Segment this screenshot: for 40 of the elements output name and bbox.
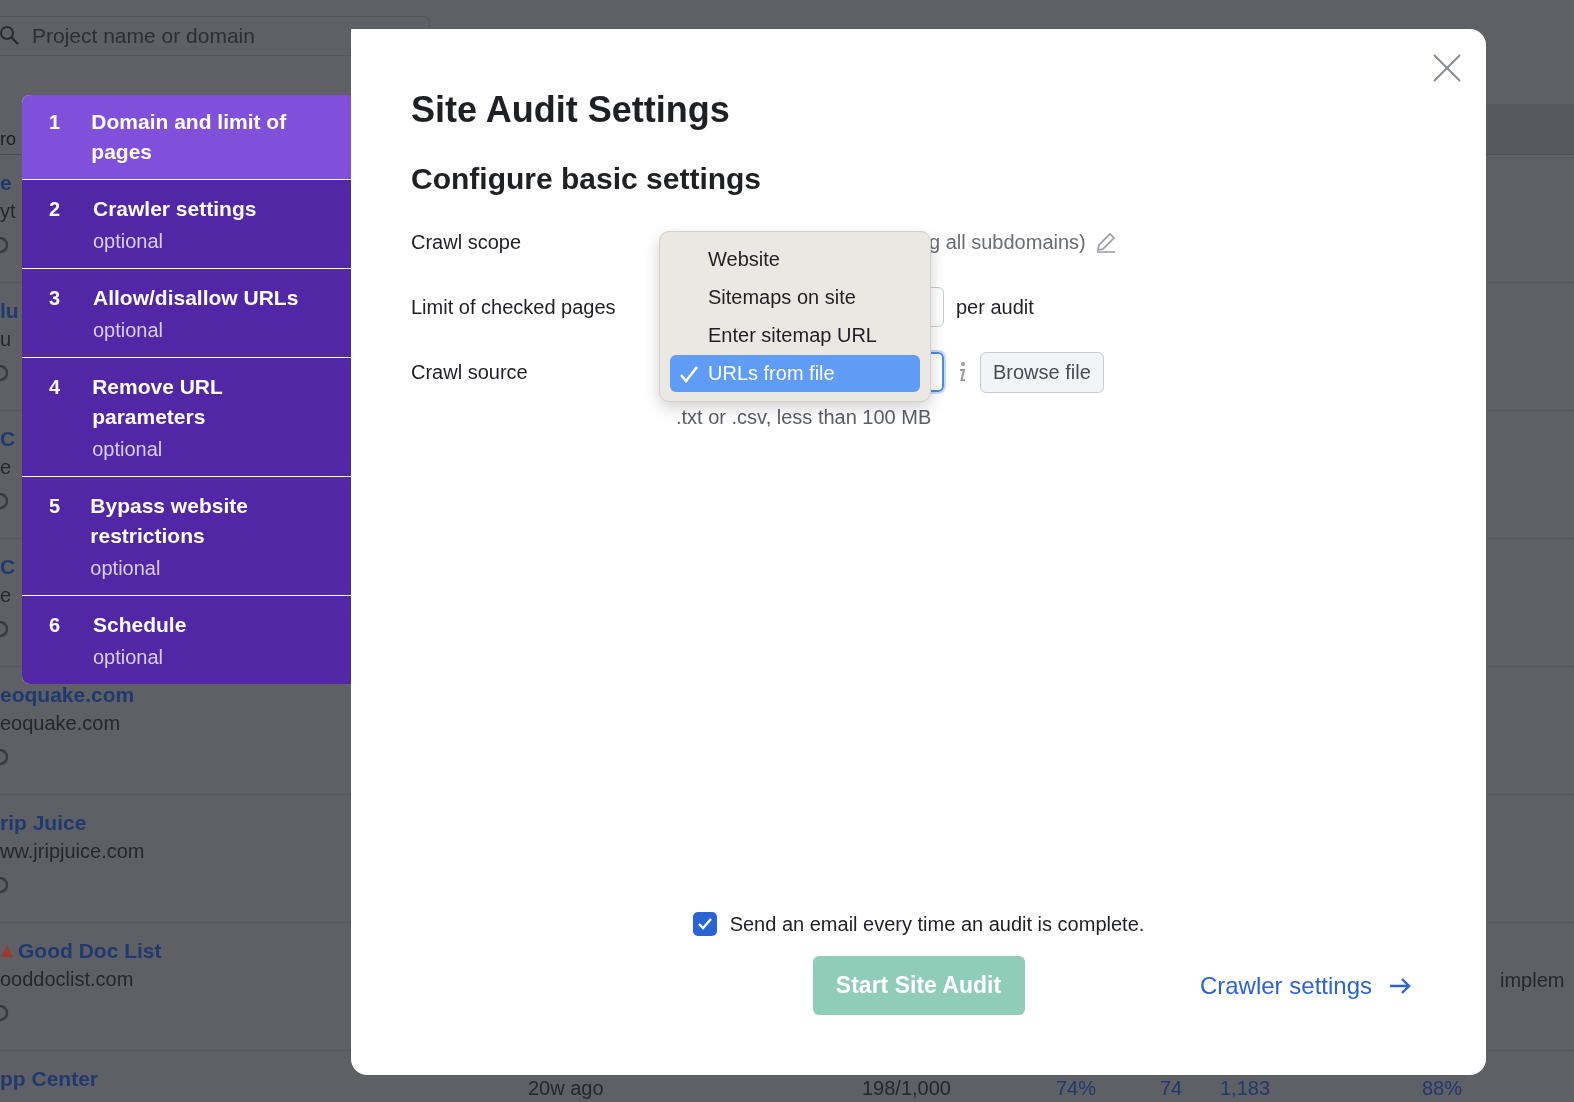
field-label: Limit of checked pages	[411, 295, 617, 319]
arrow-right-icon[interactable]	[1388, 976, 1412, 995]
field-suffix: per audit	[956, 295, 1034, 319]
crawler-settings-link[interactable]: Crawler settings	[1199, 971, 1372, 1000]
table-cell: 198/1,000	[862, 1077, 951, 1099]
project-domain: u	[0, 327, 12, 352]
field-hint: .txt or .csv, less than 100 MB	[676, 406, 933, 429]
step-item[interactable]: 1 Domain and limit of pages	[22, 95, 351, 179]
table-cell: 20w ago	[528, 1077, 604, 1099]
dropdown-option[interactable]: Enter sitemap URL	[670, 317, 920, 354]
table-cell: implem	[1500, 969, 1565, 992]
project-domain: ooddoclist.com	[0, 967, 134, 992]
dropdown-option[interactable]: Sitemaps on site	[670, 279, 920, 316]
email-checkbox[interactable]	[692, 912, 717, 936]
browse-button[interactable]: Browse file	[980, 351, 1104, 393]
checkbox-label: Send an email every time an audit is complete.	[729, 912, 1145, 936]
dropdown-option[interactable]: URLs from file	[670, 355, 920, 392]
table-cell: 74%	[1056, 1077, 1097, 1099]
check-icon	[679, 365, 699, 383]
table-cell: 1,183	[1220, 1077, 1271, 1099]
step-item[interactable]: 5 Bypass website restrictions optional	[22, 477, 351, 595]
step-item[interactable]: 2 Crawler settings optional	[22, 180, 351, 268]
dialog-title: Site Audit Settings	[411, 89, 731, 131]
step-item[interactable]: 4 Remove URL parameters optional	[22, 358, 351, 476]
project-domain: yt	[0, 199, 16, 224]
step-item[interactable]: 3 Allow/disallow URLs optional	[22, 269, 351, 357]
table-cell: 88%	[1422, 1077, 1463, 1099]
table-cell: 74	[1160, 1077, 1183, 1099]
search-icon	[0, 26, 20, 46]
project-domain: e	[0, 583, 12, 608]
section-title: Configure basic settings	[411, 161, 763, 197]
close-icon[interactable]	[1432, 53, 1462, 83]
dropdown-option[interactable]: Website	[670, 241, 920, 278]
project-domain: eoquake.com	[0, 711, 121, 736]
project-domain: e	[0, 455, 12, 480]
step-item[interactable]: 6 Schedule optional	[22, 596, 351, 684]
field-label: Crawl scope	[411, 230, 523, 254]
project-domain: ww.jripjuice.com	[0, 839, 145, 864]
field-label: Crawl source	[411, 360, 529, 384]
column-header: ro	[0, 128, 16, 150]
